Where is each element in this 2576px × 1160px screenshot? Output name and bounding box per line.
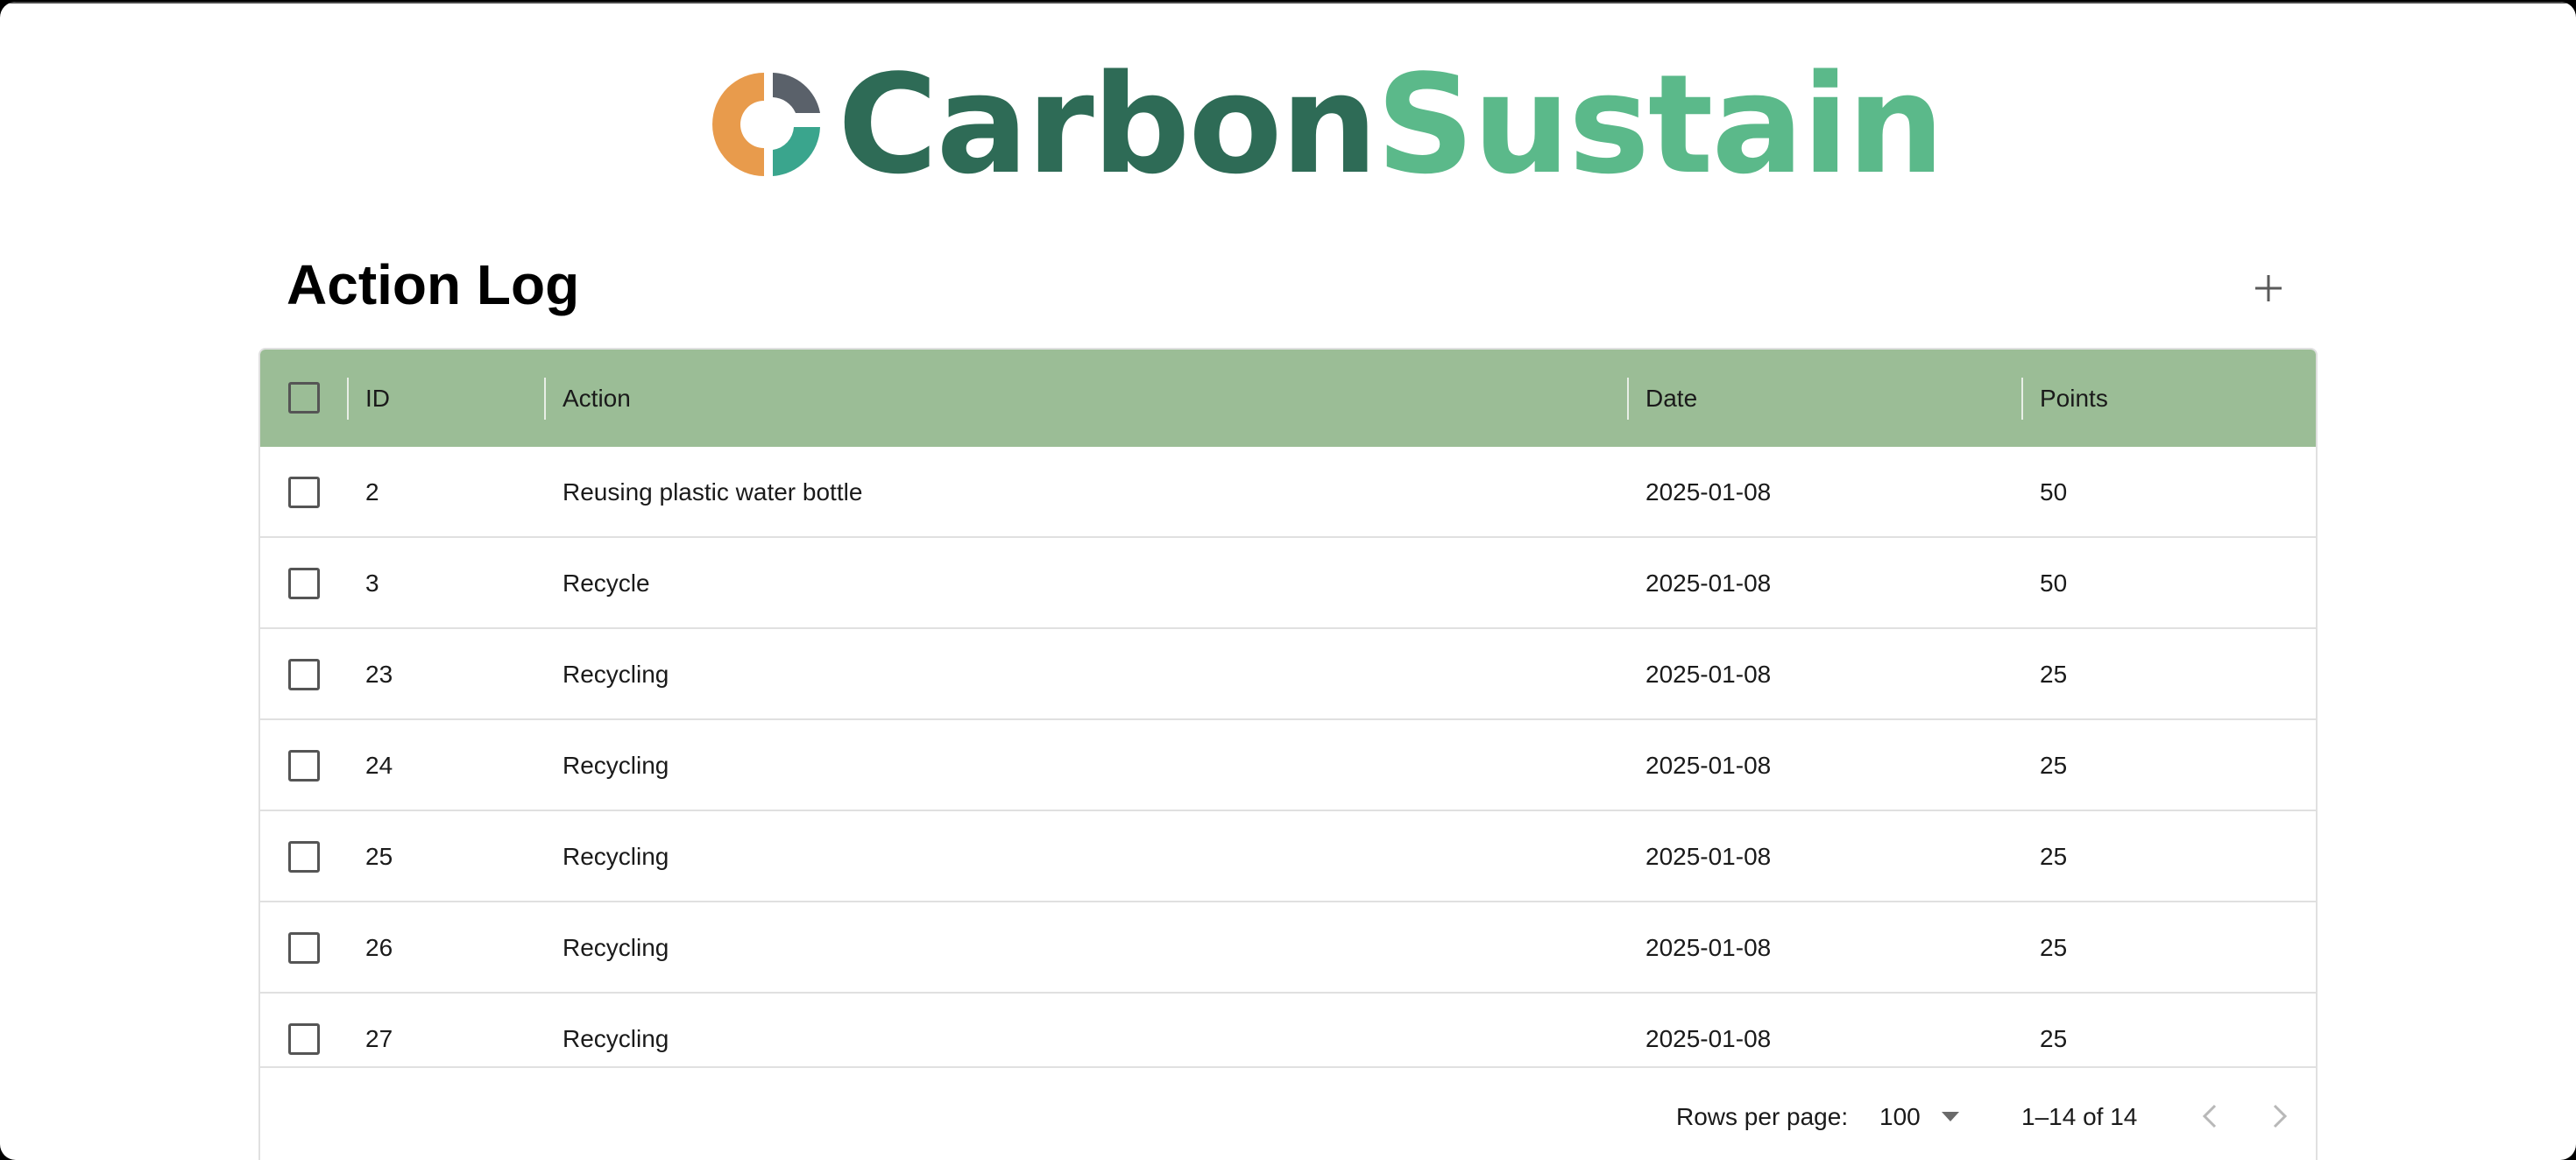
column-header-points[interactable]: Points bbox=[2040, 350, 2108, 447]
table-pagination: Rows per page: 100 1–14 of 14 bbox=[260, 1066, 2316, 1160]
carbonsustain-logo: CarbonSustain bbox=[711, 56, 1944, 193]
cell-id: 27 bbox=[365, 1025, 393, 1052]
cell-id: 2 bbox=[365, 478, 379, 506]
rows-per-page-label: Rows per page: bbox=[1676, 1102, 1849, 1130]
cell-action: Recycle bbox=[563, 569, 650, 597]
cell-id: 24 bbox=[365, 752, 393, 779]
plus-icon bbox=[2255, 275, 2282, 301]
column-separator[interactable] bbox=[2021, 378, 2023, 420]
logo-mark-icon bbox=[712, 73, 820, 176]
cell-date: 2025-01-08 bbox=[1645, 752, 1772, 779]
table-row[interactable]: 2 Reusing plastic water bottle 2025-01-0… bbox=[260, 447, 2316, 538]
cell-action: Recycling bbox=[563, 934, 669, 961]
cell-date: 2025-01-08 bbox=[1645, 478, 1772, 506]
caret-down-icon bbox=[1941, 1111, 1959, 1121]
column-header-date[interactable]: Date bbox=[1645, 350, 1697, 447]
chevron-right-icon bbox=[2273, 1104, 2288, 1128]
cell-action: Recycling bbox=[563, 661, 669, 688]
table-row[interactable]: 24 Recycling 2025-01-08 25 bbox=[260, 720, 2316, 811]
table-row[interactable]: 25 Recycling 2025-01-08 25 bbox=[260, 811, 2316, 902]
cell-action: Recycling bbox=[563, 1025, 669, 1052]
action-log-table: ID Action Date Points 2 Reusing plastic … bbox=[258, 348, 2318, 1160]
column-separator[interactable] bbox=[2316, 378, 2318, 420]
app-window: CarbonSustain Action Log ID Action Date … bbox=[0, 2, 2576, 1160]
pagination-range: 1–14 of 14 bbox=[2021, 1102, 2138, 1130]
column-header-id[interactable]: ID bbox=[365, 350, 390, 447]
cell-id: 23 bbox=[365, 661, 393, 688]
cell-points: 25 bbox=[2040, 752, 2068, 779]
cell-id: 25 bbox=[365, 843, 393, 870]
cell-points: 50 bbox=[2040, 478, 2068, 506]
column-separator[interactable] bbox=[1627, 378, 1629, 420]
cell-date: 2025-01-08 bbox=[1645, 1025, 1772, 1052]
column-header-action[interactable]: Action bbox=[563, 350, 631, 447]
cell-date: 2025-01-08 bbox=[1645, 843, 1772, 870]
row-checkbox[interactable] bbox=[288, 750, 320, 782]
cell-action: Recycling bbox=[563, 752, 669, 779]
cell-date: 2025-01-08 bbox=[1645, 934, 1772, 961]
cell-points: 25 bbox=[2040, 1025, 2068, 1052]
table-row[interactable]: 26 Recycling 2025-01-08 25 bbox=[260, 902, 2316, 994]
chevron-left-icon bbox=[2202, 1104, 2217, 1128]
next-page-button[interactable] bbox=[2258, 1094, 2302, 1138]
cell-date: 2025-01-08 bbox=[1645, 661, 1772, 688]
column-separator[interactable] bbox=[347, 378, 349, 420]
table-row[interactable]: 27 Recycling 2025-01-08 25 bbox=[260, 994, 2316, 1066]
row-checkbox[interactable] bbox=[288, 841, 320, 873]
column-separator[interactable] bbox=[544, 378, 546, 420]
rows-per-page-value: 100 bbox=[1879, 1102, 1921, 1130]
cell-id: 26 bbox=[365, 934, 393, 961]
row-checkbox[interactable] bbox=[288, 659, 320, 690]
table-body: 2 Reusing plastic water bottle 2025-01-0… bbox=[260, 447, 2316, 1066]
cell-points: 25 bbox=[2040, 661, 2068, 688]
rows-per-page-select[interactable]: 100 bbox=[1879, 1068, 1959, 1160]
page-title: Action Log bbox=[287, 253, 580, 316]
cell-action: Recycling bbox=[563, 843, 669, 870]
cell-date: 2025-01-08 bbox=[1645, 569, 1772, 597]
logo-text-carbon: Carbon bbox=[838, 45, 1378, 204]
row-checkbox[interactable] bbox=[288, 932, 320, 964]
cell-id: 3 bbox=[365, 569, 379, 597]
window-top-border bbox=[0, 2, 2576, 4]
table-header: ID Action Date Points bbox=[260, 350, 2316, 447]
row-checkbox[interactable] bbox=[288, 1023, 320, 1055]
cell-points: 25 bbox=[2040, 934, 2068, 961]
logo-text-sustain: Sustain bbox=[1376, 45, 1945, 204]
row-checkbox[interactable] bbox=[288, 477, 320, 508]
cell-points: 25 bbox=[2040, 843, 2068, 870]
cell-points: 50 bbox=[2040, 569, 2068, 597]
cell-action: Reusing plastic water bottle bbox=[563, 478, 863, 506]
table-row[interactable]: 3 Recycle 2025-01-08 50 bbox=[260, 538, 2316, 629]
add-action-button[interactable] bbox=[2243, 263, 2294, 314]
row-checkbox[interactable] bbox=[288, 568, 320, 599]
previous-page-button[interactable] bbox=[2188, 1094, 2232, 1138]
table-row[interactable]: 23 Recycling 2025-01-08 25 bbox=[260, 629, 2316, 720]
select-all-checkbox[interactable] bbox=[288, 382, 320, 414]
